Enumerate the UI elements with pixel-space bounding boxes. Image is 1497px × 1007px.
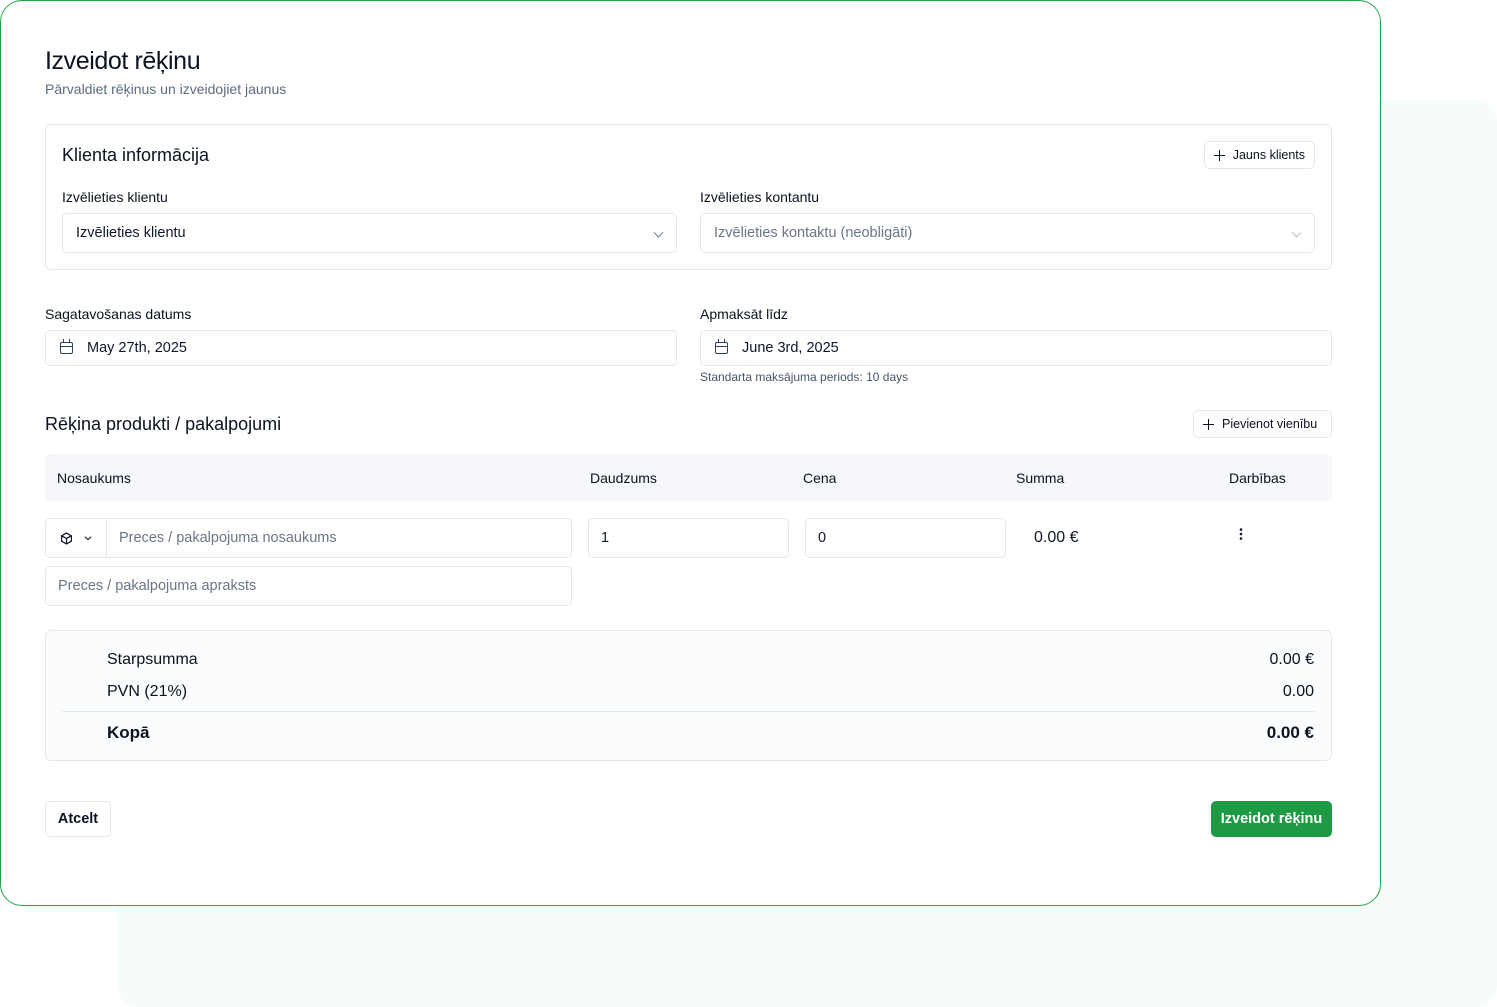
contact-select-placeholder: Izvēlieties kontaktu (neobligāti) [714, 225, 913, 241]
vat-label: PVN (21%) [107, 683, 188, 700]
create-invoice-button-label: Izveidot rēķinu [1220, 811, 1323, 827]
column-header-price: Cena [803, 470, 837, 486]
create-invoice-card: Izveidot rēķinu Pārvaldiet rēķinus un iz… [0, 0, 1381, 906]
page-title: Izveidot rēķinu [45, 47, 201, 75]
item-quantity-input[interactable]: 1 [588, 518, 789, 558]
calendar-icon [60, 339, 73, 354]
item-sum: 0.00 € [1034, 529, 1079, 546]
subtotal-row: Starpsumma 0.00 € [107, 651, 1314, 669]
create-invoice-button[interactable]: Izveidot rēķinu [1211, 801, 1332, 837]
item-name-field: Preces / pakalpojuma nosaukums [45, 518, 572, 558]
client-section-title: Klienta informācija [62, 145, 210, 165]
column-header-quantity: Daudzums [590, 470, 657, 486]
page-subtitle: Pārvaldiet rēķinus un izveidojiet jaunus [45, 81, 287, 97]
vat-value: 0.00 [1282, 683, 1314, 700]
column-header-actions: Darbības [1229, 470, 1286, 486]
package-icon [60, 531, 72, 545]
item-description-input[interactable]: Preces / pakalpojuma apraksts [45, 566, 572, 606]
issue-date-picker[interactable]: May 27th, 2025 [45, 330, 677, 366]
chevron-down-icon [653, 227, 664, 238]
chevron-down-icon [1291, 227, 1302, 238]
totals-divider [62, 711, 1315, 712]
more-vertical-icon[interactable] [1235, 526, 1247, 542]
contact-select[interactable]: Izvēlieties kontaktu (neobligāti) [700, 213, 1315, 253]
issue-date-value: May 27th, 2025 [87, 340, 187, 356]
total-row: Kopā 0.00 € [107, 723, 1314, 743]
subtotal-value: 0.00 € [1269, 651, 1314, 668]
items-table-header [45, 454, 1332, 502]
subtotal-label: Starpsumma [107, 651, 198, 668]
plus-icon [1213, 149, 1225, 161]
column-header-sum: Summa [1016, 470, 1065, 486]
item-price-input[interactable]: 0 [805, 518, 1006, 558]
item-price-value: 0 [818, 530, 827, 546]
chevron-down-icon [84, 536, 91, 541]
item-type-select[interactable] [46, 519, 107, 557]
column-header-name: Nosaukums [57, 470, 131, 486]
plus-icon [1203, 418, 1214, 430]
item-description-placeholder: Preces / pakalpojuma apraksts [58, 578, 257, 594]
item-quantity-value: 1 [601, 530, 610, 546]
calendar-icon [715, 339, 728, 354]
new-client-button-label: Jauns klients [1232, 148, 1305, 162]
cancel-button[interactable]: Atcelt [45, 801, 111, 837]
item-name-input[interactable]: Preces / pakalpojuma nosaukums [107, 530, 571, 546]
client-select-value: Izvēlieties klientu [76, 225, 186, 241]
contact-select-label: Izvēlieties kontantu [700, 189, 820, 205]
due-date-label: Apmaksāt līdz [700, 306, 788, 322]
issue-date-label: Sagatavošanas datums [45, 306, 192, 322]
items-section-title: Rēķina produkti / pakalpojumi [45, 414, 282, 434]
due-date-hint: Standarta maksājuma periods: 10 days [700, 370, 909, 384]
total-value: 0.00 € [1266, 723, 1314, 742]
client-section: Klienta informācija Jauns klients Izvēli… [45, 124, 1332, 270]
client-select[interactable]: Izvēlieties klientu [62, 213, 677, 253]
due-date-picker[interactable]: June 3rd, 2025 [700, 330, 1332, 366]
due-date-value: June 3rd, 2025 [742, 340, 839, 356]
totals-section: Starpsumma 0.00 € PVN (21%) 0.00 Kopā 0.… [45, 630, 1332, 761]
client-select-label: Izvēlieties klientu [62, 189, 168, 205]
total-label: Kopā [107, 723, 150, 742]
add-item-button-label: Pievienot vienību [1222, 417, 1318, 431]
add-item-button[interactable]: Pievienot vienību [1193, 410, 1332, 438]
vat-row: PVN (21%) 0.00 [107, 683, 1314, 701]
new-client-button[interactable]: Jauns klients [1203, 141, 1315, 169]
cancel-button-label: Atcelt [57, 811, 99, 827]
